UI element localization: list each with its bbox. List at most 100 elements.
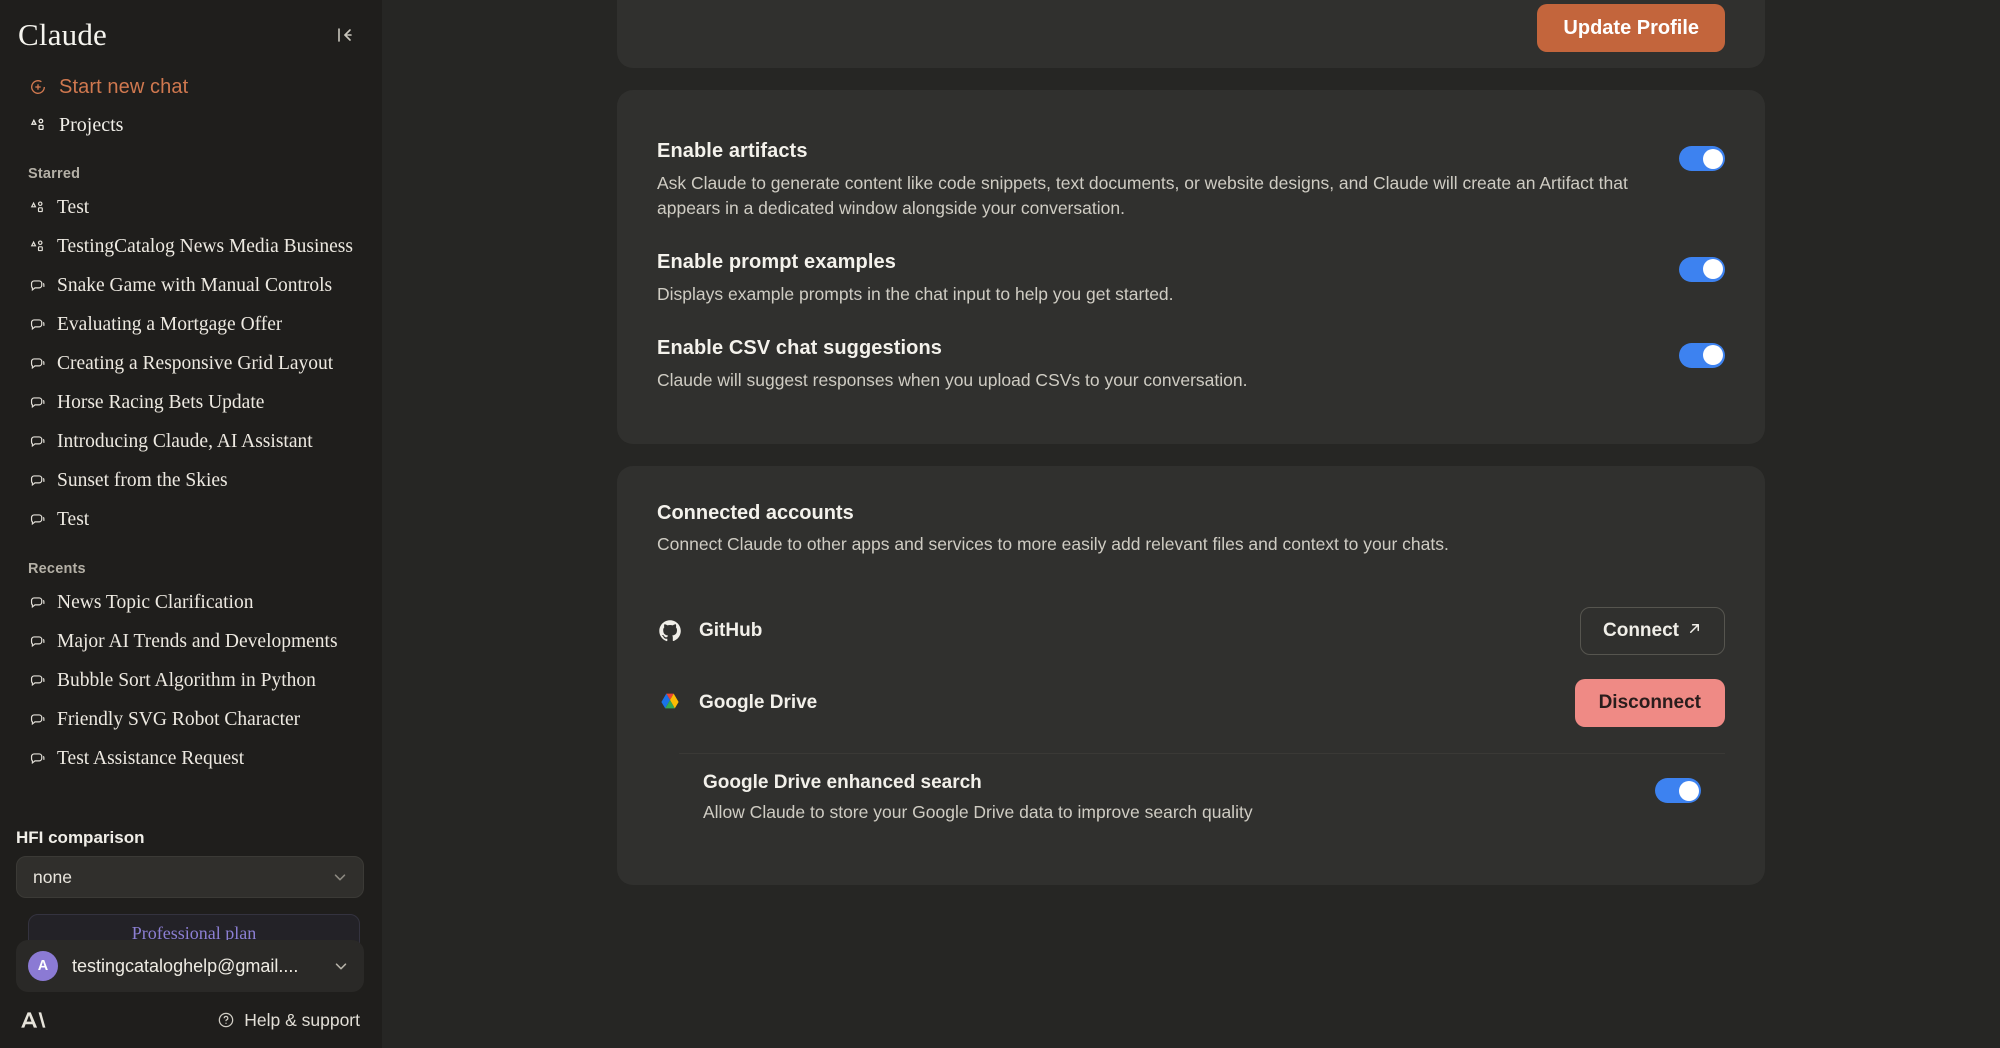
chat-icon <box>28 394 46 412</box>
sidebar-section-recents-label: Recents <box>10 561 382 577</box>
help-and-support-button[interactable]: Help & support <box>217 1010 360 1031</box>
setting-row-enable-artifacts: Enable artifacts Ask Claude to generate … <box>657 126 1725 237</box>
sidebar-bottom: HFI comparison none Professional plan A … <box>0 828 382 992</box>
sidebar-primary-nav: Start new chat Projects <box>0 62 382 144</box>
list-item-label: Major AI Trends and Developments <box>57 631 338 653</box>
list-item-label: TestingCatalog News Media Business <box>57 236 353 258</box>
account-name: GitHub <box>699 620 762 642</box>
profile-card-actions: Update Profile <box>617 0 1765 68</box>
list-item-label: Test <box>57 509 89 531</box>
list-item-label: Evaluating a Mortgage Offer <box>57 314 282 336</box>
chat-icon <box>28 316 46 334</box>
setting-row-google-drive-enhanced-search: Google Drive enhanced search Allow Claud… <box>679 753 1725 845</box>
github-icon <box>657 618 683 644</box>
sidebar-scroll-area[interactable]: Starred Test TestingCatalog News Media B… <box>0 144 382 828</box>
list-fade-overlay <box>0 782 382 828</box>
list-item-label: Test Assistance Request <box>57 748 244 770</box>
starred-list: Test TestingCatalog News Media Business … <box>0 188 382 539</box>
list-item[interactable]: Test <box>10 188 372 227</box>
list-item-label: Test <box>57 197 89 219</box>
list-item[interactable]: Test Assistance Request <box>10 739 372 778</box>
list-item-label: Horse Racing Bets Update <box>57 392 264 414</box>
update-profile-button[interactable]: Update Profile <box>1537 4 1725 52</box>
avatar: A <box>28 951 58 981</box>
connected-accounts-description: Connect Claude to other apps and service… <box>657 534 1725 555</box>
toggle-knob <box>1703 345 1723 365</box>
toggle-google-drive-enhanced-search[interactable] <box>1655 778 1701 803</box>
hfi-comparison-label: HFI comparison <box>0 828 382 848</box>
sidebar-section-starred-label: Starred <box>10 166 382 182</box>
setting-title: Enable prompt examples <box>657 251 1639 274</box>
setting-text: Enable artifacts Ask Claude to generate … <box>657 140 1639 221</box>
sidebar-header: Claude <box>0 0 382 62</box>
google-drive-icon <box>657 690 683 716</box>
chat-icon <box>28 433 46 451</box>
list-item[interactable]: Friendly SVG Robot Character <box>10 700 372 739</box>
setting-row-enable-csv-chat-suggestions: Enable CSV chat suggestions Claude will … <box>657 323 1725 409</box>
sidebar-item-label: Start new chat <box>59 76 188 99</box>
setting-text: Google Drive enhanced search Allow Claud… <box>703 772 1253 823</box>
disconnect-google-drive-button[interactable]: Disconnect <box>1575 679 1725 727</box>
question-circle-icon <box>217 1011 235 1029</box>
account-identity: GitHub <box>657 618 762 644</box>
list-item[interactable]: Evaluating a Mortgage Offer <box>10 305 372 344</box>
chat-icon <box>28 750 46 768</box>
account-row-google-drive: Google Drive Disconnect <box>657 667 1725 739</box>
list-item[interactable]: Bubble Sort Algorithm in Python <box>10 661 372 700</box>
list-item-label: Snake Game with Manual Controls <box>57 275 332 297</box>
list-item[interactable]: Major AI Trends and Developments <box>10 622 372 661</box>
toggle-enable-csv-chat-suggestions[interactable] <box>1679 343 1725 368</box>
chat-icon <box>28 711 46 729</box>
account-identity: Google Drive <box>657 690 817 716</box>
sidebar-footer: Help & support <box>0 992 382 1048</box>
toggle-knob <box>1703 259 1723 279</box>
chat-icon <box>28 277 46 295</box>
list-item-label: Sunset from the Skies <box>57 470 228 492</box>
account-name: Google Drive <box>699 692 817 714</box>
connected-accounts-title: Connected accounts <box>657 502 1725 525</box>
recents-list: News Topic Clarification Major AI Trends… <box>0 583 382 778</box>
account-row-github: GitHub Connect <box>657 595 1725 667</box>
sidebar-item-start-new-chat[interactable]: Start new chat <box>10 68 372 106</box>
setting-description: Claude will suggest responses when you u… <box>657 368 1639 393</box>
anthropic-logo-icon <box>20 1010 46 1030</box>
connect-github-button[interactable]: Connect <box>1580 607 1725 655</box>
setting-title: Enable artifacts <box>657 140 1639 163</box>
list-item-label: News Topic Clarification <box>57 592 253 614</box>
list-item[interactable]: Horse Racing Bets Update <box>10 383 372 422</box>
setting-text: Enable prompt examples Displays example … <box>657 251 1639 307</box>
chat-icon <box>28 472 46 490</box>
sidebar-item-projects[interactable]: Projects <box>10 106 372 144</box>
toggle-enable-artifacts[interactable] <box>1679 146 1725 171</box>
chat-icon <box>28 355 46 373</box>
list-item[interactable]: TestingCatalog News Media Business <box>10 227 372 266</box>
setting-description: Displays example prompts in the chat inp… <box>657 282 1639 307</box>
sidebar-item-label: Projects <box>59 114 123 137</box>
list-item[interactable]: Test <box>10 500 372 539</box>
settings-content: Update Profile Enable artifacts Ask Clau… <box>617 0 1765 907</box>
toggle-knob <box>1703 149 1723 169</box>
list-item-label: Bubble Sort Algorithm in Python <box>57 670 316 692</box>
external-link-icon <box>1687 620 1702 642</box>
toggle-enable-prompt-examples[interactable] <box>1679 257 1725 282</box>
app-root: Claude Start new chat <box>0 0 2000 1048</box>
account-menu-button[interactable]: A testingcataloghelp@gmail.... <box>16 940 364 992</box>
hfi-comparison-select[interactable]: none <box>16 856 364 898</box>
projects-icon <box>28 199 46 217</box>
list-item[interactable]: Introducing Claude, AI Assistant <box>10 422 372 461</box>
list-item-label: Friendly SVG Robot Character <box>57 709 300 731</box>
collapse-left-icon[interactable] <box>330 20 360 50</box>
list-item[interactable]: Sunset from the Skies <box>10 461 372 500</box>
connect-button-label: Connect <box>1603 620 1679 642</box>
connected-accounts-card: Connected accounts Connect Claude to oth… <box>617 466 1765 885</box>
profile-card: Update Profile <box>617 0 1765 68</box>
list-item[interactable]: Creating a Responsive Grid Layout <box>10 344 372 383</box>
chevron-down-icon <box>331 868 349 886</box>
list-item[interactable]: Snake Game with Manual Controls <box>10 266 372 305</box>
sidebar: Claude Start new chat <box>0 0 382 1048</box>
setting-row-enable-prompt-examples: Enable prompt examples Displays example … <box>657 237 1725 323</box>
list-item[interactable]: News Topic Clarification <box>10 583 372 622</box>
toggle-knob <box>1679 781 1699 801</box>
settings-main: Update Profile Enable artifacts Ask Clau… <box>382 0 2000 1048</box>
setting-title: Google Drive enhanced search <box>703 772 1253 794</box>
